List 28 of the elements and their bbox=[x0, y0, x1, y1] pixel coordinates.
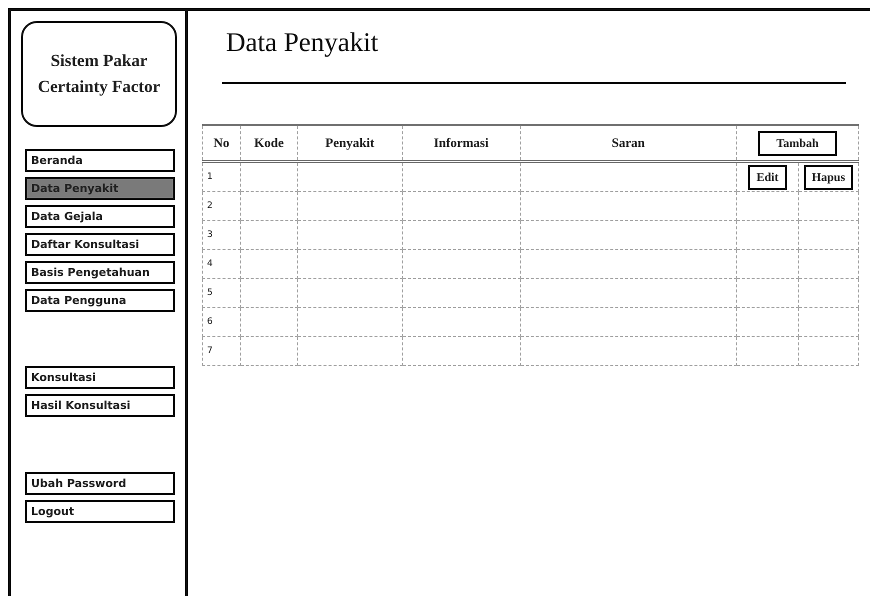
row-number: 7 bbox=[207, 346, 213, 356]
delete-button[interactable]: Hapus bbox=[804, 164, 854, 190]
menu-item[interactable]: Basis Pengetahuan bbox=[25, 261, 175, 284]
row-number: 2 bbox=[207, 201, 213, 211]
row-number: 4 bbox=[207, 259, 213, 269]
app-title: Sistem Pakar bbox=[50, 51, 148, 71]
menu-item[interactable]: Ubah Password bbox=[25, 472, 175, 495]
menu-item[interactable]: Hasil Konsultasi bbox=[25, 394, 175, 417]
row-number: 3 bbox=[207, 230, 213, 240]
menu-item[interactable]: Beranda bbox=[25, 149, 175, 172]
menu-item[interactable]: Data Pengguna bbox=[25, 289, 175, 312]
column-header: Penyakit bbox=[325, 135, 374, 150]
app-title: Certainty Factor bbox=[38, 77, 160, 97]
add-button[interactable]: Tambah bbox=[758, 130, 837, 156]
menu-item[interactable]: Konsultasi bbox=[25, 366, 175, 389]
menu-item[interactable]: Daftar Konsultasi bbox=[25, 233, 175, 256]
row-number: 1 bbox=[207, 172, 213, 182]
column-header: Informasi bbox=[434, 135, 489, 150]
menu-item[interactable]: Data Penyakit bbox=[25, 177, 175, 200]
column-header: Kode bbox=[254, 135, 284, 150]
row-number: 5 bbox=[207, 288, 213, 298]
row-number: 6 bbox=[207, 317, 213, 327]
edit-button[interactable]: Edit bbox=[748, 164, 786, 190]
page-title: Data Penyakit bbox=[226, 27, 380, 58]
menu-item[interactable]: Data Gejala bbox=[25, 205, 175, 228]
menu-item[interactable]: Logout bbox=[25, 500, 175, 523]
column-header: No bbox=[214, 135, 230, 150]
column-header: Saran bbox=[612, 135, 645, 150]
